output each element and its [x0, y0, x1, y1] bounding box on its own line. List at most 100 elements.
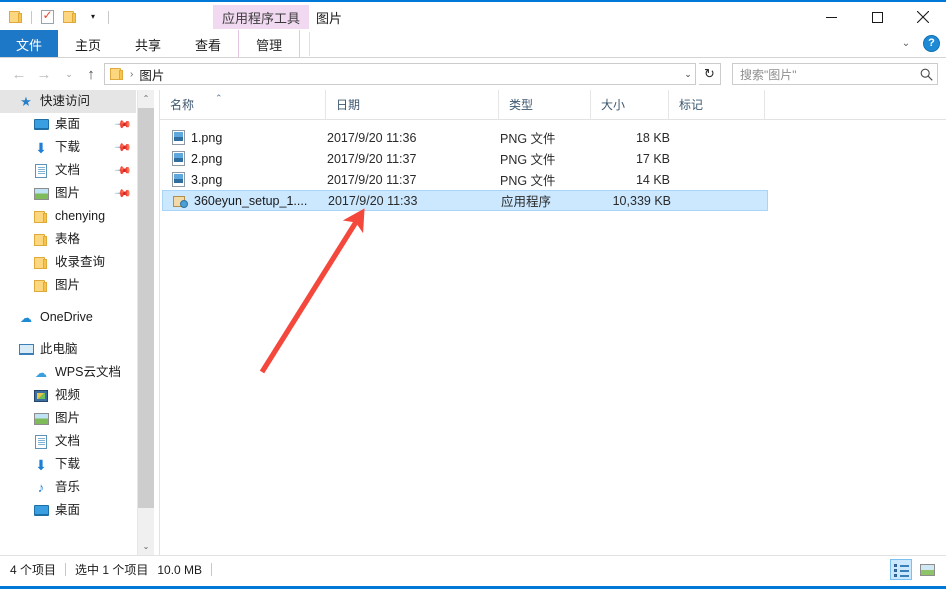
column-header-type[interactable]: 类型: [498, 90, 590, 119]
sidebar-item-pc-desktop[interactable]: 桌面: [0, 499, 136, 522]
status-item-count: 4 个项目: [10, 563, 57, 577]
documents-icon: [33, 163, 49, 179]
sidebar-item-onedrive[interactable]: ☁ OneDrive: [0, 306, 136, 329]
ribbon-bottom-border: [0, 57, 946, 58]
scrollbar-thumb[interactable]: [138, 108, 154, 508]
qat-customize-button[interactable]: ▾: [83, 7, 103, 27]
column-header-size[interactable]: 大小: [590, 90, 668, 119]
folder-icon: [9, 11, 23, 23]
details-view-button[interactable]: [890, 559, 912, 580]
sidebar-item-music[interactable]: ♪ 音乐: [0, 476, 136, 499]
sidebar-item-chenying[interactable]: chenying: [0, 205, 136, 228]
address-dropdown-icon[interactable]: ⌄: [678, 63, 698, 85]
sidebar-label-pc-pictures: 图片: [55, 411, 81, 426]
breadcrumb-folder-icon: [110, 68, 124, 80]
sidebar-label-index-query: 收录查询: [55, 255, 106, 270]
address-breadcrumb-field[interactable]: › 图片: [104, 63, 696, 85]
back-button[interactable]: ←: [8, 63, 30, 85]
navigation-pane: ★ 快速访问 桌面 📌 ⬇ 下载 📌 文档 📌 图片 📌 chenying 表格…: [0, 90, 136, 555]
sidebar-label-pictures-folder: 图片: [55, 278, 81, 293]
table-row[interactable]: 1.png 2017/9/20 11:36 PNG 文件 18 KB: [162, 127, 768, 148]
file-name-text: 2.png: [191, 151, 223, 166]
minimize-button[interactable]: [808, 2, 854, 32]
status-divider-1: [65, 563, 67, 576]
close-button[interactable]: [900, 2, 946, 32]
scroll-up-icon[interactable]: ⌃: [138, 90, 154, 107]
maximize-button[interactable]: [854, 2, 900, 32]
forward-button[interactable]: →: [33, 63, 55, 85]
sidebar-item-wps-cloud[interactable]: ☁ WPS云文档: [0, 361, 136, 384]
chevron-down-icon: ▾: [90, 12, 95, 21]
videos-icon: [33, 388, 49, 404]
column-header-spacer: [764, 90, 824, 119]
large-icons-view-button[interactable]: [916, 559, 938, 580]
sidebar-item-index-query[interactable]: 收录查询: [0, 251, 136, 274]
sidebar-item-downloads[interactable]: ⬇ 下载 📌: [0, 136, 136, 159]
documents-icon: [33, 434, 49, 450]
file-name-cell: 1.png: [172, 130, 222, 145]
recent-locations-button[interactable]: ⌄: [58, 63, 80, 85]
tab-share[interactable]: 共享: [118, 30, 178, 58]
exe-file-icon: [173, 194, 188, 208]
file-type-cell: PNG 文件: [500, 174, 556, 188]
table-row[interactable]: 2.png 2017/9/20 11:37 PNG 文件 17 KB: [162, 148, 768, 169]
tab-view[interactable]: 查看: [178, 30, 238, 58]
sidebar-item-quick-access[interactable]: ★ 快速访问: [0, 90, 136, 113]
file-size-cell: 14 KB: [635, 172, 670, 187]
desktop-icon: [33, 117, 49, 133]
scroll-down-icon[interactable]: ⌄: [138, 538, 154, 555]
sidebar-item-this-pc[interactable]: 此电脑: [0, 338, 136, 361]
sidebar-item-pictures-folder[interactable]: 图片: [0, 274, 136, 297]
tab-home[interactable]: 主页: [58, 30, 118, 58]
qat-new-folder-button[interactable]: [60, 7, 80, 27]
column-header-date[interactable]: 日期: [325, 90, 498, 119]
column-header-tags[interactable]: 标记: [668, 90, 764, 119]
table-row-selected[interactable]: 360eyun_setup_1.... 2017/9/20 11:33 应用程序…: [162, 190, 768, 211]
folder-icon: [33, 232, 49, 248]
sidebar-gap-2: [0, 329, 136, 338]
sidebar-item-pc-downloads[interactable]: ⬇ 下载: [0, 453, 136, 476]
ribbon-right-controls: ⌄ ?: [897, 34, 940, 52]
sidebar-item-pc-pictures[interactable]: 图片: [0, 407, 136, 430]
sidebar-label-desktop: 桌面: [55, 117, 81, 132]
desktop-icon: [33, 503, 49, 519]
sidebar-item-pictures[interactable]: 图片 📌: [0, 182, 136, 205]
sidebar-item-desktop[interactable]: 桌面 📌: [0, 113, 136, 136]
tab-manage[interactable]: 管理: [238, 30, 301, 58]
column-header-name[interactable]: 名称 ⌃: [160, 90, 325, 119]
search-box[interactable]: 搜索"图片": [732, 63, 938, 85]
sidebar-item-videos[interactable]: 视频: [0, 384, 136, 407]
sidebar-gap-1: [0, 297, 136, 306]
file-type-cell: 应用程序: [501, 195, 552, 209]
up-button[interactable]: ↑: [80, 63, 102, 85]
new-folder-icon: [63, 11, 77, 23]
table-row[interactable]: 3.png 2017/9/20 11:37 PNG 文件 14 KB: [162, 169, 768, 190]
navigation-pane-scrollbar[interactable]: ⌃ ⌄: [137, 90, 154, 555]
expand-ribbon-icon[interactable]: ⌄: [897, 34, 915, 52]
download-icon: ⬇: [35, 456, 47, 473]
tab-file[interactable]: 文件: [0, 30, 59, 58]
status-selection-size: 10.0 MB: [157, 562, 203, 577]
folder-icon: [33, 255, 49, 271]
sidebar-label-downloads: 下载: [55, 140, 81, 155]
pictures-icon: [33, 186, 49, 202]
sidebar-item-tables[interactable]: 表格: [0, 228, 136, 251]
search-input[interactable]: 搜索"图片": [733, 66, 915, 83]
column-header-row: 名称 ⌃ 日期 类型 大小 标记: [160, 90, 946, 120]
sidebar-item-documents[interactable]: 文档 📌: [0, 159, 136, 182]
file-type-cell: PNG 文件: [500, 132, 556, 146]
file-type-cell: PNG 文件: [500, 153, 556, 167]
ribbon-tabs: 文件 主页 共享 查看 管理: [0, 30, 301, 58]
sidebar-label-chenying: chenying: [55, 209, 106, 224]
ribbon-tab-divider: [309, 32, 310, 56]
breadcrumb-item-pictures[interactable]: 图片: [139, 65, 164, 84]
qat-properties-button[interactable]: [37, 7, 57, 27]
status-selection-count: 选中 1 个项目: [75, 563, 149, 577]
pin-icon: 📌: [113, 184, 132, 203]
sidebar-label-tables: 表格: [55, 232, 81, 247]
refresh-button[interactable]: ↻: [699, 63, 721, 85]
qat-folder-button[interactable]: [6, 7, 26, 27]
help-icon[interactable]: ?: [923, 34, 940, 52]
sidebar-item-pc-documents[interactable]: 文档: [0, 430, 136, 453]
sidebar-label-onedrive: OneDrive: [40, 310, 93, 325]
